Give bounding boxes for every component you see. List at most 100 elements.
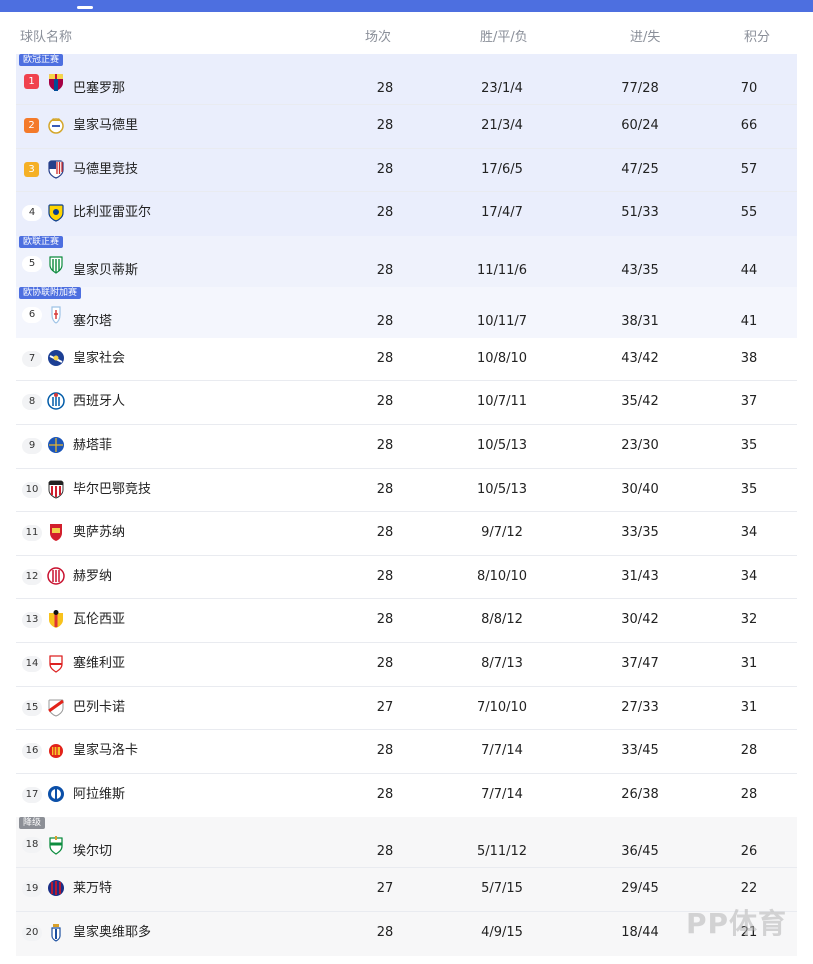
team-name[interactable]: 皇家马洛卡 — [73, 743, 138, 759]
matches-played: 28 — [376, 525, 394, 541]
table-row[interactable]: 10 毕尔巴鄂竞技 28 10/5/13 30/40 35 — [16, 469, 797, 513]
standings-table: 欧冠正赛 1 巴塞罗那 28 23/1/4 77/28 70 2 皇家马德里 28 21/3/4 60… — [0, 54, 813, 956]
goals-for-against: 27/33 — [621, 699, 659, 715]
team-name[interactable]: 巴塞罗那 — [73, 81, 125, 97]
team-name[interactable]: 西班牙人 — [73, 394, 125, 410]
team-name[interactable]: 皇家马德里 — [73, 118, 138, 134]
rank-number: 13 — [22, 612, 42, 629]
team-name[interactable]: 埃尔切 — [73, 844, 112, 860]
goals-for-against: 47/25 — [621, 161, 659, 177]
matches-played: 28 — [376, 844, 394, 860]
table-row[interactable]: 8 西班牙人 28 10/7/11 35/42 37 — [16, 381, 797, 425]
goals-for-against: 38/31 — [621, 313, 659, 329]
table-row[interactable]: 11 奥萨苏纳 28 9/7/12 33/35 34 — [16, 512, 797, 556]
header-points: 积分 — [744, 30, 771, 45]
osasuna-logo — [46, 522, 66, 542]
rank-number: 3 — [24, 161, 39, 177]
zone-tag: 欧协联附加赛 — [19, 286, 82, 299]
table-row[interactable]: 13 瓦伦西亚 28 8/8/12 30/42 32 — [16, 599, 797, 643]
win-draw-loss: 9/7/12 — [481, 525, 523, 541]
team-name[interactable]: 皇家社会 — [73, 351, 125, 367]
points: 37 — [740, 394, 758, 410]
goals-for-against: 33/35 — [621, 525, 659, 541]
header-goals: 进/失 — [630, 30, 661, 45]
team-name[interactable]: 阿拉维斯 — [73, 787, 125, 803]
team-name[interactable]: 巴列卡诺 — [73, 700, 125, 716]
win-draw-loss: 7/7/14 — [481, 786, 523, 802]
points: 70 — [740, 81, 758, 96]
matches-played: 28 — [376, 394, 394, 410]
table-row[interactable]: 12 赫罗纳 28 8/10/10 31/43 34 — [16, 556, 797, 600]
team-name[interactable]: 马德里竞技 — [73, 162, 138, 178]
rank-number: 19 — [22, 881, 42, 898]
matches-played: 28 — [376, 612, 394, 628]
team-name[interactable]: 塞维利亚 — [73, 656, 125, 672]
goals-for-against: 36/45 — [621, 844, 659, 860]
team-name[interactable]: 赫塔菲 — [73, 438, 112, 454]
matches-played: 28 — [376, 262, 394, 278]
rank-number: 6 — [22, 306, 42, 323]
matches-played: 28 — [376, 81, 394, 96]
table-row[interactable]: 20 皇家奥维耶多 28 4/9/15 18/44 21 — [16, 912, 797, 956]
team-name[interactable]: 比利亚雷亚尔 — [73, 205, 151, 221]
table-row[interactable]: 9 赫塔菲 28 10/5/13 23/30 35 — [16, 425, 797, 469]
goals-for-against: 18/44 — [621, 924, 659, 940]
points: 31 — [740, 655, 758, 671]
zone-rel: 降级 18 埃尔切 28 5/11/12 36/45 26 19 莱万特 27 5/7/15 29/4… — [16, 817, 797, 956]
team-name[interactable]: 奥萨苏纳 — [73, 525, 125, 541]
table-row[interactable]: 19 莱万特 27 5/7/15 29/45 22 — [16, 868, 797, 912]
win-draw-loss: 21/3/4 — [481, 118, 523, 133]
matches-played: 28 — [376, 786, 394, 802]
rank-number: 2 — [24, 118, 39, 133]
real-sociedad-logo — [46, 348, 66, 368]
points: 34 — [740, 568, 758, 584]
table-header: 球队名称 场次 胜/平/负 进/失 积分 — [0, 12, 813, 54]
team-name[interactable]: 皇家贝蒂斯 — [73, 263, 138, 279]
table-row[interactable]: 14 塞维利亚 28 8/7/13 37/47 31 — [16, 643, 797, 687]
espanyol-logo — [46, 391, 66, 411]
table-row[interactable]: 18 埃尔切 28 5/11/12 36/45 26 — [16, 817, 797, 869]
pp-sports-watermark: PP体育 — [685, 907, 787, 940]
matches-played: 27 — [376, 881, 394, 897]
win-draw-loss: 7/7/14 — [481, 743, 523, 759]
goals-for-against: 60/24 — [621, 118, 659, 133]
matches-played: 28 — [376, 437, 394, 453]
table-row[interactable]: 7 皇家社会 28 10/8/10 43/42 38 — [16, 338, 797, 382]
points: 57 — [740, 161, 758, 177]
real-madrid-logo — [46, 115, 66, 135]
table-row[interactable]: 17 阿拉维斯 28 7/7/14 26/38 28 — [16, 774, 797, 818]
goals-for-against: 33/45 — [621, 743, 659, 759]
table-row[interactable]: 1 巴塞罗那 28 23/1/4 77/28 70 — [16, 54, 797, 105]
team-name[interactable]: 赫罗纳 — [73, 569, 112, 585]
team-name[interactable]: 瓦伦西亚 — [73, 612, 125, 628]
zone-tag: 降级 — [19, 817, 46, 830]
table-row[interactable]: 4 比利亚雷亚尔 28 17/4/7 51/33 55 — [16, 192, 797, 236]
goals-for-against: 35/42 — [621, 394, 659, 410]
header-wdl: 胜/平/负 — [480, 30, 528, 45]
goals-for-against: 30/42 — [621, 612, 659, 628]
win-draw-loss: 5/7/15 — [481, 881, 523, 897]
team-name[interactable]: 塞尔塔 — [73, 314, 112, 330]
table-row[interactable]: 3 马德里竞技 28 17/6/5 47/25 57 — [16, 149, 797, 193]
table-row[interactable]: 2 皇家马德里 28 21/3/4 60/24 66 — [16, 105, 797, 149]
team-name[interactable]: 皇家奥维耶多 — [73, 925, 151, 941]
matches-played: 28 — [376, 161, 394, 177]
win-draw-loss: 4/9/15 — [481, 924, 523, 940]
zone-tag: 欧联正赛 — [19, 235, 64, 248]
real-betis-logo — [46, 254, 66, 274]
table-row[interactable]: 15 巴列卡诺 27 7/10/10 27/33 31 — [16, 687, 797, 731]
atletico-madrid-logo — [46, 159, 66, 179]
table-row[interactable]: 16 皇家马洛卡 28 7/7/14 33/45 28 — [16, 730, 797, 774]
matches-played: 27 — [376, 699, 394, 715]
table-row[interactable]: 6 塞尔塔 28 10/11/7 38/31 41 — [16, 287, 797, 338]
win-draw-loss: 8/10/10 — [476, 568, 528, 584]
table-row[interactable]: 5 皇家贝蒂斯 28 11/11/6 43/35 44 — [16, 236, 797, 287]
win-draw-loss: 5/11/12 — [476, 844, 528, 860]
barcelona-logo — [46, 72, 66, 92]
girona-logo — [46, 566, 66, 586]
rank-number: 7 — [22, 350, 42, 367]
team-name[interactable]: 毕尔巴鄂竞技 — [73, 482, 151, 498]
top-nav-bar — [0, 0, 813, 12]
points: 28 — [740, 786, 758, 802]
team-name[interactable]: 莱万特 — [73, 881, 112, 897]
